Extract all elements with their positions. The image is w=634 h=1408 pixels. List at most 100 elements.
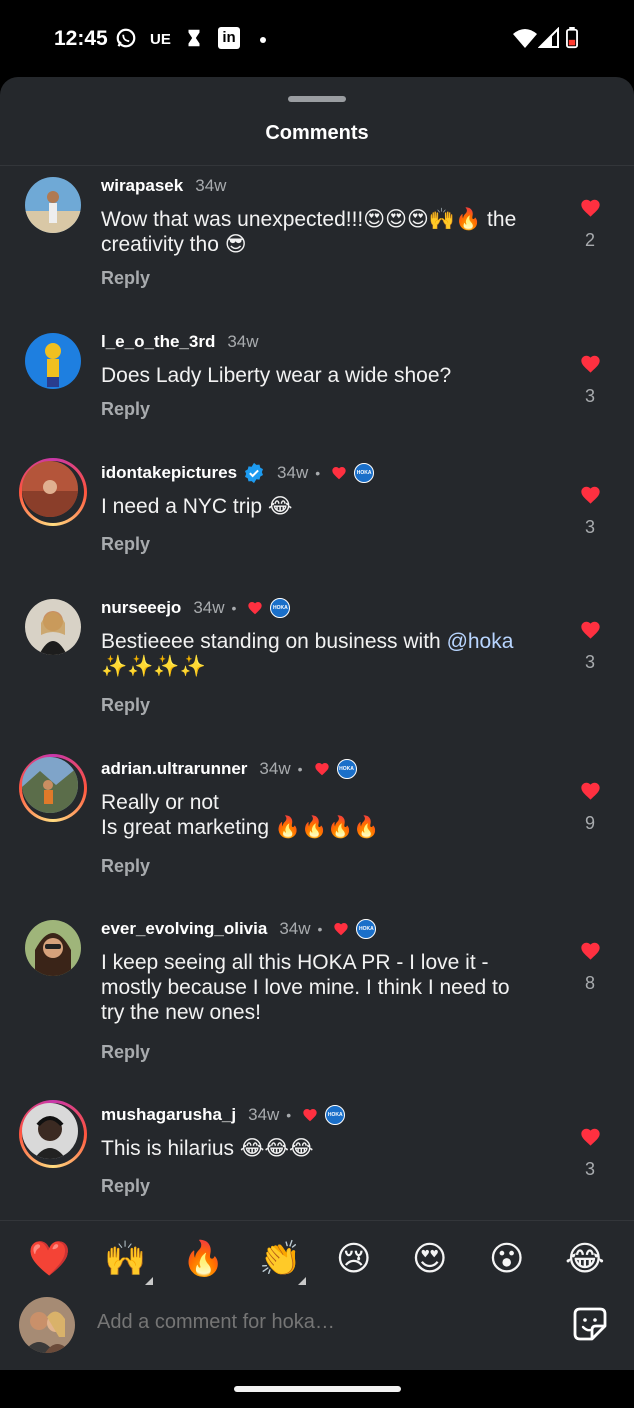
comment-text-part: Bestieeee standing on business with [101,630,447,653]
comment-age: 34w [248,1105,280,1124]
comment-header: wirapasek 34w [101,175,226,197]
avatar[interactable] [25,333,81,389]
username[interactable]: l_e_o_the_3rd [101,332,215,352]
like-heart-icon[interactable] [578,1126,603,1148]
sticker-icon[interactable] [572,1306,608,1342]
like-count: 3 [584,652,595,672]
reply-button[interactable]: Reply [101,1176,150,1197]
like-heart-icon[interactable] [578,353,603,375]
comment-text-part: ✨✨✨✨ [101,655,206,678]
like-count: 2 [584,230,595,250]
reply-button[interactable]: Reply [101,534,150,555]
comment-age: 34w [227,332,259,351]
skin-tone-indicator [145,1277,153,1285]
username[interactable]: nurseeejo [101,598,181,618]
signal-icon [538,27,559,48]
comment-text: Wow that was unexpected!!!😍😍😍🙌🔥 the crea… [101,208,517,256]
username[interactable]: adrian.ultrarunner [101,759,247,779]
comment-text-line: Is great marketing 🔥🔥🔥🔥 [101,816,380,839]
like-count: 3 [584,517,595,537]
avatar[interactable] [25,599,81,655]
comment-text: Really or not Is great marketing 🔥🔥🔥🔥 [101,790,551,840]
avatar[interactable] [22,757,78,813]
reply-button[interactable]: Reply [101,399,150,420]
avatar[interactable] [25,177,81,233]
like-count: 8 [584,973,595,993]
like-count: 3 [584,386,595,406]
avatar[interactable] [22,1103,78,1159]
reaction-clap[interactable]: 👏 [259,1239,301,1279]
story-ring[interactable] [19,754,87,822]
reaction-heart-eyes[interactable]: 😍 [412,1239,447,1279]
username[interactable]: wirapasek [101,176,183,196]
like-count: 3 [584,1159,595,1179]
comment-header: idontakepictures 34w • HOKA [101,462,375,484]
comment-text: Bestieeee standing on business with @hok… [101,629,551,679]
comment-age: 34w [259,759,291,778]
whatsapp-icon [116,28,136,48]
like-heart-icon[interactable] [578,940,603,962]
avatar[interactable] [25,920,81,976]
creator-avatar-badge: HOKA [354,463,375,483]
comment-age: 34w [195,176,227,195]
like-heart-icon[interactable] [578,619,603,641]
creator-avatar-badge: HOKA [325,1105,346,1125]
comment-age: 34w [277,463,309,482]
separator-dot: • [315,465,321,481]
creator-avatar-badge: HOKA [270,598,291,618]
comment-text: I keep seeing all this HOKA PR - I love … [101,951,510,1024]
reply-button[interactable]: Reply [101,268,150,289]
hourglass-icon [188,29,200,47]
creator-avatar-badge: HOKA [336,759,357,779]
reaction-laughing[interactable]: 😂 [565,1239,605,1279]
comments-sheet: Comments [0,77,634,1370]
comment-text: Does Lady Liberty wear a wide shoe? [101,364,452,387]
comment-header: ever_evolving_olivia 34w • HOKA [101,918,377,940]
comment-age: 34w [193,598,225,617]
avatar[interactable] [22,461,78,517]
creator-liked-heart-icon [332,467,346,480]
reaction-fire[interactable]: 🔥 [182,1239,224,1279]
comment-header: mushagarusha_j 34w • HOKA [101,1104,346,1126]
mention-link[interactable]: @hoka [447,630,514,653]
reply-button[interactable]: Reply [101,856,150,877]
separator-dot: • [297,761,303,777]
story-ring[interactable] [19,1100,87,1168]
story-ring[interactable] [19,458,87,526]
home-gesture-pill[interactable] [234,1386,401,1392]
username[interactable]: ever_evolving_olivia [101,919,267,939]
linkedin-icon: in [218,27,240,49]
comment-age: 34w [279,919,311,938]
reaction-crying[interactable]: 😢 [336,1239,371,1279]
like-count: 9 [584,813,595,833]
creator-liked-heart-icon [248,602,263,615]
username[interactable]: idontakepictures [101,463,237,483]
creator-liked-heart-icon [303,1109,317,1122]
sheet-title: Comments [265,122,369,144]
comment-text-line: Really or not [101,791,219,814]
comment-input[interactable] [97,1311,547,1334]
reaction-heart[interactable]: ❤️ [28,1239,70,1279]
wifi-icon [513,29,537,48]
like-heart-icon[interactable] [578,197,603,219]
like-heart-icon[interactable] [578,780,603,802]
reply-button[interactable]: Reply [101,1042,150,1063]
like-heart-icon[interactable] [578,484,603,506]
comment-header: l_e_o_the_3rd 34w [101,331,259,353]
more-notifications-dot [260,37,266,43]
comment-text: This is hilarius 😂😂😂 [101,1137,314,1160]
comment-header: adrian.ultrarunner 34w • HOKA [101,758,357,780]
reaction-raised-hands[interactable]: 🙌 [104,1239,146,1279]
drag-handle[interactable] [288,96,346,102]
reply-button[interactable]: Reply [101,695,150,716]
carrier-label: UE [150,31,171,48]
skin-tone-indicator [298,1277,306,1285]
comment-text: I need a NYC trip 😂 [101,495,293,518]
reaction-surprised[interactable]: 😮 [489,1239,524,1279]
creator-avatar-badge: HOKA [356,919,377,939]
clock: 12:45 [54,27,108,50]
comment-header: nurseeejo 34w • HOKA [101,597,291,619]
verified-badge-icon [245,462,264,484]
username[interactable]: mushagarusha_j [101,1105,236,1125]
separator-dot: • [231,600,237,616]
